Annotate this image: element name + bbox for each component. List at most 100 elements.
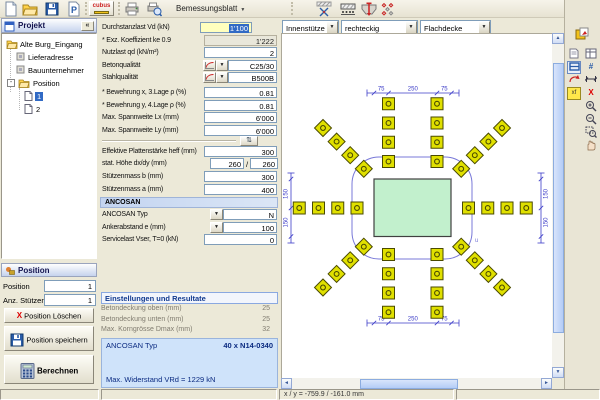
save-icon[interactable] bbox=[44, 1, 60, 17]
stud bbox=[313, 202, 325, 214]
e-value[interactable]: 100 bbox=[223, 222, 277, 233]
stud bbox=[315, 279, 332, 296]
form-row-bewy: * Bewehrung y, 4.Lage ρ (%) 0.81 bbox=[102, 100, 278, 112]
heff-input[interactable]: 300 bbox=[204, 146, 277, 157]
stud bbox=[383, 156, 395, 168]
form-row-a: Stützenmass a (mm) 400 bbox=[102, 184, 278, 196]
stahl-value[interactable]: B500B bbox=[228, 72, 277, 83]
cover-bottom-value: 25 bbox=[262, 316, 270, 323]
lx-input[interactable]: 6'000 bbox=[204, 112, 277, 123]
position-icon bbox=[5, 266, 15, 276]
form-row-qd: Nutzlast qd (kN/m²) 2 bbox=[102, 47, 278, 59]
grid-hash-icon[interactable]: # bbox=[584, 61, 598, 74]
scroll-left-button[interactable]: ◄ bbox=[281, 378, 292, 389]
form-row-bewx: * Bewehrung x, 3.Lage ρ (%) 0.81 bbox=[102, 87, 278, 99]
bemessungsblatt-menu[interactable]: Bemessungsblatt▼ bbox=[176, 4, 245, 13]
save-position-button[interactable]: Position speichern bbox=[4, 326, 94, 351]
contractor-icon bbox=[16, 65, 25, 74]
vser-input[interactable]: 0 bbox=[204, 234, 277, 245]
ancosan-window: P cubus Bemessungsblatt▼ Innenstütze ▼ r… bbox=[0, 0, 600, 400]
stud bbox=[328, 265, 345, 282]
frame-view-icon[interactable] bbox=[567, 61, 581, 74]
ly-input[interactable]: 6'000 bbox=[204, 125, 277, 136]
position-document-icon[interactable]: P bbox=[66, 1, 82, 17]
stud bbox=[328, 133, 345, 150]
position-panel-header: Position bbox=[1, 263, 97, 277]
drawing-viewport[interactable]: u bbox=[281, 33, 552, 378]
ke-value: 1'222 bbox=[204, 35, 277, 46]
typ-value[interactable]: N bbox=[223, 209, 277, 220]
beton-value[interactable]: C25/30 bbox=[228, 60, 277, 71]
new-document-icon[interactable] bbox=[3, 1, 19, 17]
plot-sheet-icon[interactable] bbox=[567, 48, 581, 61]
sync-values-button[interactable]: ⇅ bbox=[240, 136, 258, 146]
stud bbox=[431, 98, 443, 110]
collapse-panel-button[interactable]: « bbox=[81, 21, 94, 31]
cubus-button[interactable]: cubus bbox=[89, 1, 114, 16]
print-preview-icon[interactable] bbox=[146, 1, 162, 17]
a-input[interactable]: 400 bbox=[204, 184, 277, 195]
beton-dropdown-button[interactable]: ▼ bbox=[216, 60, 228, 71]
bewy-input[interactable]: 0.81 bbox=[204, 100, 277, 111]
stahl-dropdown-button[interactable]: ▼ bbox=[216, 72, 228, 83]
result-row: Betondeckung unten (mm) 25 bbox=[101, 316, 278, 326]
stud-section-icon[interactable] bbox=[361, 1, 377, 17]
display-settings-icon[interactable] bbox=[574, 26, 590, 42]
position-number-input[interactable]: 1 bbox=[44, 280, 96, 292]
scroll-right-button[interactable]: ► bbox=[541, 378, 552, 389]
cover-top-label: Betondeckung oben (mm) bbox=[101, 305, 182, 312]
stahl-curve-button[interactable] bbox=[203, 72, 216, 83]
e-dropdown-button[interactable]: ▼ bbox=[210, 222, 223, 233]
save-icon bbox=[10, 333, 24, 347]
open-folder-icon[interactable] bbox=[22, 1, 38, 17]
stud bbox=[351, 202, 363, 214]
calculate-button[interactable]: Berechnen bbox=[4, 355, 94, 384]
dx-input[interactable]: 260 bbox=[210, 158, 244, 169]
form-row-dxdy: stat. Höhe dx/dy (mm) 260 / 260 bbox=[102, 158, 278, 170]
dy-input[interactable]: 260 bbox=[250, 158, 278, 169]
zoom-window-icon[interactable] bbox=[584, 126, 598, 139]
project-panel-title: Projekt bbox=[18, 21, 45, 30]
stud-pattern-icon[interactable] bbox=[380, 1, 396, 17]
zoom-out-icon[interactable] bbox=[584, 113, 598, 126]
drawing-svg[interactable]: u bbox=[282, 34, 553, 379]
scroll-down-button[interactable]: ▼ bbox=[552, 367, 564, 378]
tree-label: Position bbox=[33, 79, 60, 88]
tree-collapse-box[interactable]: - bbox=[7, 79, 15, 87]
b-input[interactable]: 300 bbox=[204, 171, 277, 182]
vd-input[interactable]: 1'100 bbox=[200, 22, 252, 33]
pan-hand-icon[interactable] bbox=[584, 139, 598, 152]
dimension-tool-icon[interactable] bbox=[584, 74, 598, 87]
lx-label: Max. Spannweite Lx (mm) bbox=[102, 114, 179, 121]
beton-curve-button[interactable] bbox=[203, 60, 216, 71]
print-icon[interactable] bbox=[124, 1, 140, 17]
zoom-in-icon[interactable] bbox=[584, 100, 598, 113]
calculator-icon bbox=[20, 363, 35, 379]
stud bbox=[431, 306, 443, 318]
column-count-input[interactable]: 1 bbox=[44, 294, 96, 306]
vertical-scroll-thumb[interactable] bbox=[553, 63, 564, 333]
stud-plan-icon[interactable] bbox=[316, 1, 332, 17]
stud bbox=[383, 98, 395, 110]
stud bbox=[494, 279, 511, 296]
result-row: Max. Korngrösse Dmax (mm) 32 bbox=[101, 326, 278, 336]
qd-input[interactable]: 2 bbox=[204, 47, 277, 58]
delete-icon[interactable]: X bbox=[584, 87, 598, 100]
column-shape-value: rechteckig bbox=[345, 24, 379, 33]
plan-grid-icon[interactable] bbox=[584, 48, 598, 61]
scroll-up-button[interactable]: ▲ bbox=[552, 33, 564, 44]
redraw-arrow-icon[interactable] bbox=[567, 74, 581, 87]
horizontal-scroll-thumb[interactable] bbox=[360, 379, 458, 389]
tree-label: 2 bbox=[36, 105, 40, 114]
svg-text:150: 150 bbox=[544, 217, 550, 228]
slab-section-icon[interactable] bbox=[340, 1, 356, 17]
bewx-input[interactable]: 0.81 bbox=[204, 87, 277, 98]
vertical-scrollbar[interactable]: ▲ ▼ bbox=[552, 33, 564, 378]
delete-position-button[interactable]: X Position Löschen bbox=[4, 308, 94, 323]
tree-label: Bauunternehmer bbox=[28, 66, 84, 75]
xf-layer-icon[interactable]: xf bbox=[567, 87, 581, 100]
slab-type-value: Flachdecke bbox=[424, 24, 462, 33]
status-segment bbox=[0, 389, 99, 400]
typ-dropdown-button[interactable]: ▼ bbox=[210, 209, 223, 220]
horizontal-scrollbar[interactable]: ◄ ► bbox=[281, 378, 552, 389]
